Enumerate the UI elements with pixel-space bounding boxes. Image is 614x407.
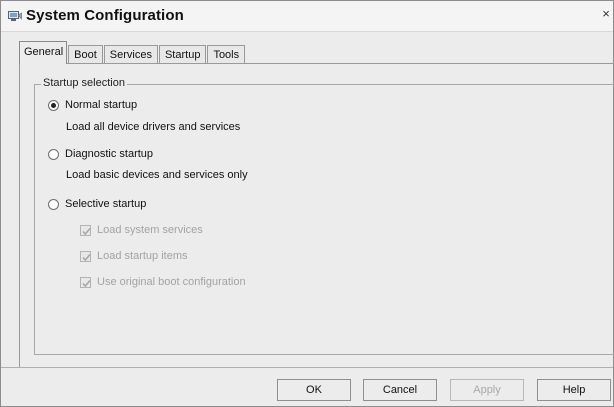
help-button[interactable]: Help [537, 379, 611, 401]
normal-startup-radio[interactable]: Normal startup [48, 99, 137, 111]
normal-startup-label: Normal startup [65, 99, 138, 111]
tab-startup[interactable]: Startup [158, 45, 207, 64]
load-startup-items-label: Load startup items [97, 250, 188, 262]
radio-button[interactable] [48, 148, 59, 160]
load-startup-items-checkbox[interactable]: Load startup items [80, 250, 188, 262]
window-title: System Configuration [26, 7, 184, 24]
diagnostic-startup-radio[interactable]: Diagnostic startup [48, 148, 153, 160]
diagnostic-startup-description: Load basic devices and services only [66, 169, 248, 181]
close-icon[interactable]: × [601, 7, 611, 20]
system-config-icon [8, 9, 22, 21]
use-original-boot-config-checkbox[interactable]: Use original boot configuration [80, 276, 246, 288]
tab-tools[interactable]: Tools [207, 45, 246, 64]
diagnostic-startup-label: Diagnostic startup [65, 148, 154, 160]
radio-button[interactable] [48, 198, 59, 210]
use-original-boot-config-label: Use original boot configuration [97, 276, 246, 288]
tab-boot[interactable]: Boot [68, 45, 103, 64]
selective-startup-radio[interactable]: Selective startup [48, 198, 146, 210]
load-system-services-checkbox[interactable]: Load system services [80, 224, 203, 236]
startup-selection-legend: Startup selection [41, 77, 127, 89]
cancel-button[interactable]: Cancel [363, 379, 437, 401]
title-bar: System Configuration × [1, 1, 613, 32]
load-system-services-label: Load system services [97, 224, 203, 236]
tab-strip: General Boot Services Startup Tools [19, 40, 246, 64]
tab-general[interactable]: General [19, 41, 68, 64]
radio-button-selected[interactable] [48, 99, 59, 111]
checkmark-icon[interactable] [80, 224, 91, 236]
apply-button[interactable]: Apply [450, 379, 524, 401]
system-configuration-window: System Configuration × General Boot Serv… [0, 0, 614, 407]
button-bar-divider [1, 367, 613, 368]
ok-button[interactable]: OK [277, 379, 351, 401]
checkmark-icon[interactable] [80, 276, 91, 288]
normal-startup-description: Load all device drivers and services [66, 121, 241, 133]
selective-startup-label: Selective startup [65, 198, 147, 210]
tab-services[interactable]: Services [103, 45, 158, 64]
checkmark-icon[interactable] [80, 250, 91, 262]
